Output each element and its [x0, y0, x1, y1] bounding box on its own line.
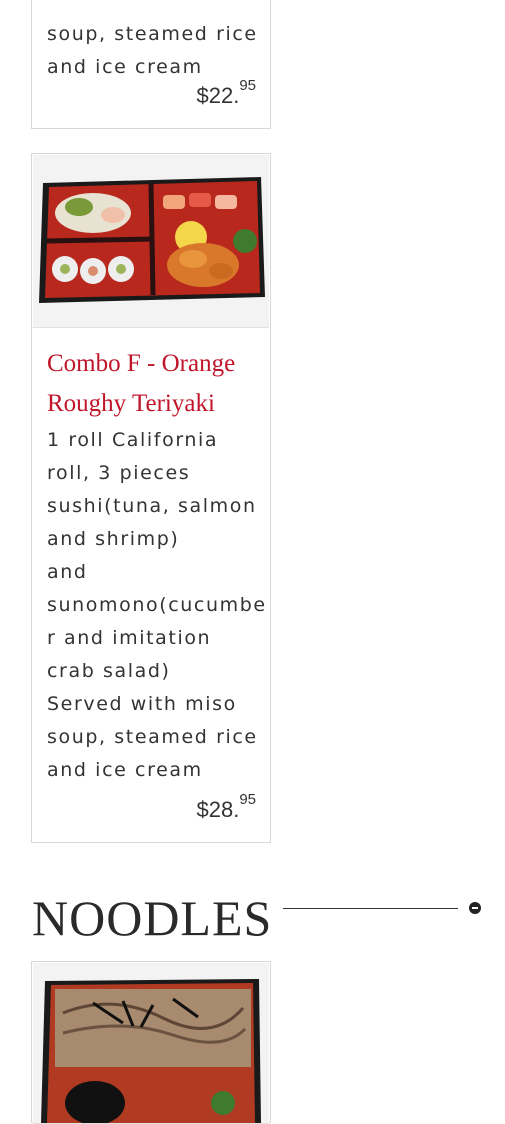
description-line: roll, 3 pieces — [47, 462, 191, 484]
description-line: and ice cream — [47, 56, 203, 78]
description-line: sushi(tuna, salmon — [47, 495, 257, 517]
item-description: soup, steamed rice and ice cream — [47, 18, 259, 84]
description-line: and shrimp) — [47, 528, 180, 550]
price-cents: 95 — [239, 77, 256, 94]
description-line: crab salad) — [47, 660, 171, 682]
menu-item-card[interactable]: Combo F - Orange Roughy Teriyaki 1 roll … — [31, 153, 271, 843]
description-line: and — [47, 561, 88, 583]
minus-circle-icon[interactable] — [469, 902, 481, 914]
item-photo[interactable] — [33, 155, 269, 328]
price-cents: 95 — [239, 791, 256, 808]
item-price: $28.95 — [196, 791, 256, 823]
item-price: $22.95 — [196, 77, 256, 109]
price-dollars: $28. — [196, 797, 240, 822]
description-line: 1 roll California — [47, 429, 219, 451]
description-line: soup, steamed rice — [47, 23, 258, 45]
description-line: sunomono(cucumbe — [47, 594, 267, 616]
description-line: and ice cream — [47, 759, 203, 781]
description-line: r and imitation — [47, 627, 212, 649]
description-line: soup, steamed rice — [47, 726, 258, 748]
item-title[interactable]: Combo F - Orange Roughy Teriyaki — [47, 344, 262, 424]
menu-item-card[interactable] — [31, 961, 271, 1124]
description-line: Served with miso — [47, 693, 237, 715]
item-photo[interactable] — [33, 963, 269, 1124]
soba-noodle-bento-image — [33, 963, 269, 1123]
price-dollars: $22. — [196, 83, 240, 108]
item-description: 1 roll California roll, 3 pieces sushi(t… — [47, 424, 267, 787]
section-divider — [283, 908, 458, 909]
menu-item-card[interactable]: soup, steamed rice and ice cream $22.95 — [31, 0, 271, 129]
section-title: NOODLES — [32, 890, 273, 946]
bento-box-image — [33, 155, 269, 327]
